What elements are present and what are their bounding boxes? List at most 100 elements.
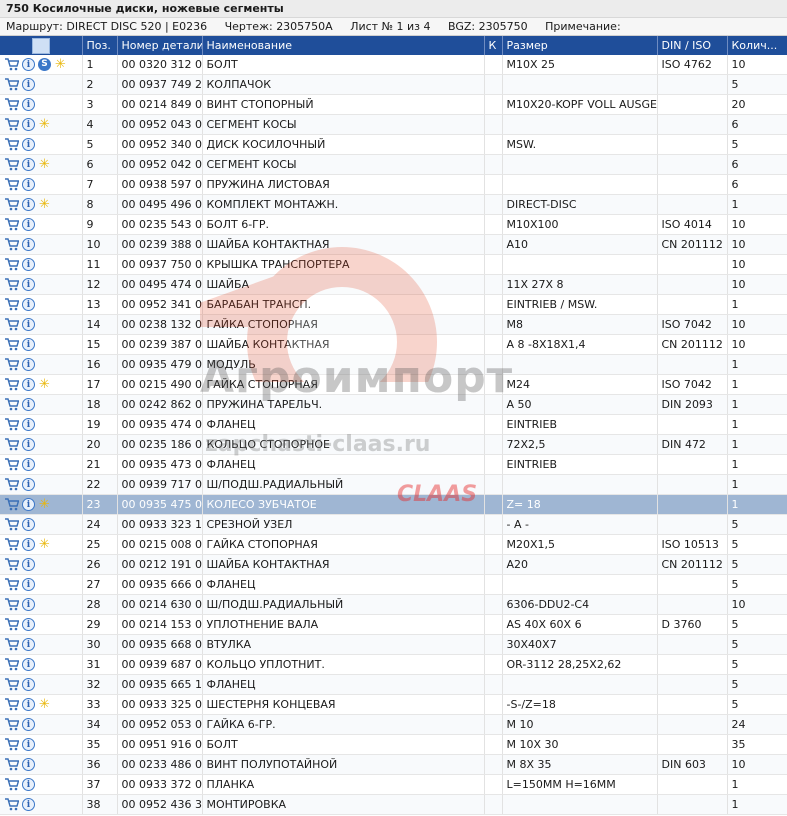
cart-icon[interactable]	[4, 258, 19, 271]
cell-part-number[interactable]: 00 0933 372 0	[117, 774, 203, 795]
cell-part-number[interactable]: 00 0952 341 0	[117, 294, 203, 315]
info-icon[interactable]: i	[22, 738, 35, 752]
info-icon[interactable]: i	[22, 158, 35, 172]
header-part-number[interactable]: Номер детали	[117, 36, 203, 55]
table-row[interactable]: i 28 00 0214 630 0 Ш/ПОДШ.РАДИАЛЬНЫЙ 6306-DD…	[0, 594, 787, 615]
info-icon[interactable]: i	[22, 618, 35, 632]
table-row[interactable]: i 3 00 0214 849 0 ВИНТ СТОПОРНЫЙ M10X20-KOPF…	[0, 94, 787, 115]
table-row[interactable]: i 21 00 0935 473 0 ФЛАНЕЦ EINTRIEB 1	[0, 454, 787, 475]
cell-part-number[interactable]: 00 0215 490 0	[117, 374, 203, 395]
info-icon[interactable]: i	[22, 498, 35, 512]
cell-part-number[interactable]: 00 0935 475 0	[117, 494, 203, 515]
cart-icon[interactable]	[4, 98, 19, 111]
header-din-iso[interactable]: DIN / ISO	[657, 36, 728, 55]
cell-part-number[interactable]: 00 0939 717 0	[117, 474, 203, 495]
cell-part-number[interactable]: 00 0233 486 0	[117, 754, 203, 775]
info-icon[interactable]: i	[22, 218, 35, 232]
cart-icon[interactable]	[4, 538, 19, 551]
cart-icon[interactable]	[4, 338, 19, 351]
table-row[interactable]: i ✳ 4 00 0952 043 0 СЕГМЕНТ КОСЫ 6	[0, 114, 787, 135]
cart-icon[interactable]	[4, 558, 19, 571]
info-icon[interactable]: i	[22, 778, 35, 792]
cell-part-number[interactable]: 00 0937 749 2	[117, 74, 203, 95]
table-row[interactable]: i 9 00 0235 543 0 БОЛТ 6-ГР. M10X100 ISO 4014…	[0, 214, 787, 235]
cell-part-number[interactable]: 00 0935 665 1	[117, 674, 203, 695]
cart-icon[interactable]	[4, 518, 19, 531]
table-row[interactable]: i 12 00 0495 474 0 ШАЙБА 11X 27X 8 10	[0, 274, 787, 295]
cart-icon[interactable]	[4, 178, 19, 191]
table-row[interactable]: i 2 00 0937 749 2 КОЛПАЧОК 5	[0, 74, 787, 95]
cell-part-number[interactable]: 00 0939 687 0	[117, 654, 203, 675]
info-icon[interactable]: i	[22, 358, 35, 372]
cart-icon[interactable]	[4, 478, 19, 491]
table-row[interactable]: i 19 00 0935 474 0 ФЛАНЕЦ EINTRIEB 1	[0, 414, 787, 435]
table-row[interactable]: i 31 00 0939 687 0 КОЛЬЦО УПЛОТНИТ. OR-3112 …	[0, 654, 787, 675]
table-row[interactable]: i ✳ 6 00 0952 042 0 СЕГМЕНТ КОСЫ 6	[0, 154, 787, 175]
info-icon[interactable]: i	[22, 658, 35, 672]
info-icon[interactable]: i	[22, 438, 35, 452]
info-icon[interactable]: i	[22, 58, 35, 72]
info-icon[interactable]: i	[22, 678, 35, 692]
table-row[interactable]: i 37 00 0933 372 0 ПЛАНКА L=150MM H=16MM 1	[0, 774, 787, 795]
cell-part-number[interactable]: 00 0951 916 0	[117, 734, 203, 755]
table-row[interactable]: i 13 00 0952 341 0 БАРАБАН ТРАНСП. EINTRIEB …	[0, 294, 787, 315]
cart-icon[interactable]	[4, 678, 19, 691]
table-row[interactable]: i ✳ 25 00 0215 008 0 ГАЙКА СТОПОРНАЯ M20X1,5 I…	[0, 534, 787, 555]
table-row[interactable]: i 10 00 0239 388 0 ШАЙБА КОНТАКТНАЯ A10 CN 20…	[0, 234, 787, 255]
table-row[interactable]: i ✳ 23 00 0935 475 0 КОЛЕСО ЗУБЧАТОЕ Z= 18 1	[0, 494, 787, 515]
cart-icon[interactable]	[4, 198, 19, 211]
cell-part-number[interactable]: 00 0320 312 0	[117, 55, 203, 75]
cell-part-number[interactable]: 00 0933 323 1	[117, 514, 203, 535]
cart-icon[interactable]	[4, 78, 19, 91]
info-icon[interactable]: i	[22, 378, 35, 392]
header-pos[interactable]: Поз.	[82, 36, 118, 55]
header-search-cell[interactable]	[0, 36, 83, 55]
cart-icon[interactable]	[4, 598, 19, 611]
cell-part-number[interactable]: 00 0935 474 0	[117, 414, 203, 435]
table-row[interactable]: i 29 00 0214 153 0 УПЛОТНЕНИЕ ВАЛА AS 40X 60…	[0, 614, 787, 635]
header-qty[interactable]: Колич...	[727, 36, 787, 55]
cell-part-number[interactable]: 00 0952 043 0	[117, 114, 203, 135]
table-row[interactable]: i 30 00 0935 668 0 ВТУЛКА 30X40X7 5	[0, 634, 787, 655]
info-icon[interactable]: i	[22, 318, 35, 332]
cell-part-number[interactable]: 00 0935 473 0	[117, 454, 203, 475]
info-icon[interactable]: i	[22, 98, 35, 112]
info-icon[interactable]: i	[22, 638, 35, 652]
info-icon[interactable]: i	[22, 758, 35, 772]
cell-part-number[interactable]: 00 0495 496 0	[117, 194, 203, 215]
table-row[interactable]: i 7 00 0938 597 0 ПРУЖИНА ЛИСТОВАЯ 6	[0, 174, 787, 195]
table-row[interactable]: i 16 00 0935 479 0 МОДУЛЬ 1	[0, 354, 787, 375]
cell-part-number[interactable]: 00 0214 153 0	[117, 614, 203, 635]
cart-icon[interactable]	[4, 798, 19, 811]
header-size[interactable]: Размер	[502, 36, 658, 55]
info-icon[interactable]: i	[22, 138, 35, 152]
cell-part-number[interactable]: 00 0495 474 0	[117, 274, 203, 295]
table-row[interactable]: i 14 00 0238 132 0 ГАЙКА СТОПОРНАЯ M8 ISO 704…	[0, 314, 787, 335]
cart-icon[interactable]	[4, 378, 19, 391]
header-k[interactable]: К	[484, 36, 503, 55]
cell-part-number[interactable]: 00 0242 862 0	[117, 394, 203, 415]
cart-icon[interactable]	[4, 358, 19, 371]
table-row[interactable]: i 26 00 0212 191 0 ШАЙБА КОНТАКТНАЯ A20 CN 20…	[0, 554, 787, 575]
info-icon[interactable]: i	[22, 198, 35, 212]
cart-icon[interactable]	[4, 738, 19, 751]
cell-part-number[interactable]: 00 0933 325 0	[117, 694, 203, 715]
info-icon[interactable]: i	[22, 518, 35, 532]
cart-icon[interactable]	[4, 278, 19, 291]
cart-icon[interactable]	[4, 758, 19, 771]
cart-icon[interactable]	[4, 498, 19, 511]
table-row[interactable]: i ✳ 17 00 0215 490 0 ГАЙКА СТОПОРНАЯ M24 ISO 7…	[0, 374, 787, 395]
info-icon[interactable]: i	[22, 298, 35, 312]
cell-part-number[interactable]: 00 0935 666 0	[117, 574, 203, 595]
cell-part-number[interactable]: 00 0239 387 0	[117, 334, 203, 355]
info-icon[interactable]: i	[22, 698, 35, 712]
info-icon[interactable]: i	[22, 418, 35, 432]
cell-part-number[interactable]: 00 0235 186 0	[117, 434, 203, 455]
info-icon[interactable]: i	[22, 798, 35, 812]
cell-part-number[interactable]: 00 0215 008 0	[117, 534, 203, 555]
table-row[interactable]: i 5 00 0952 340 0 ДИСК КОСИЛОЧНЫЙ MSW. 5	[0, 134, 787, 155]
table-row[interactable]: i 11 00 0937 750 0 КРЫШКА ТРАНСПОРТЕРА 10	[0, 254, 787, 275]
cart-icon[interactable]	[4, 418, 19, 431]
table-row[interactable]: i 18 00 0242 862 0 ПРУЖИНА ТАРЕЛЬЧ. A 50 DIN …	[0, 394, 787, 415]
info-icon[interactable]: i	[22, 398, 35, 412]
